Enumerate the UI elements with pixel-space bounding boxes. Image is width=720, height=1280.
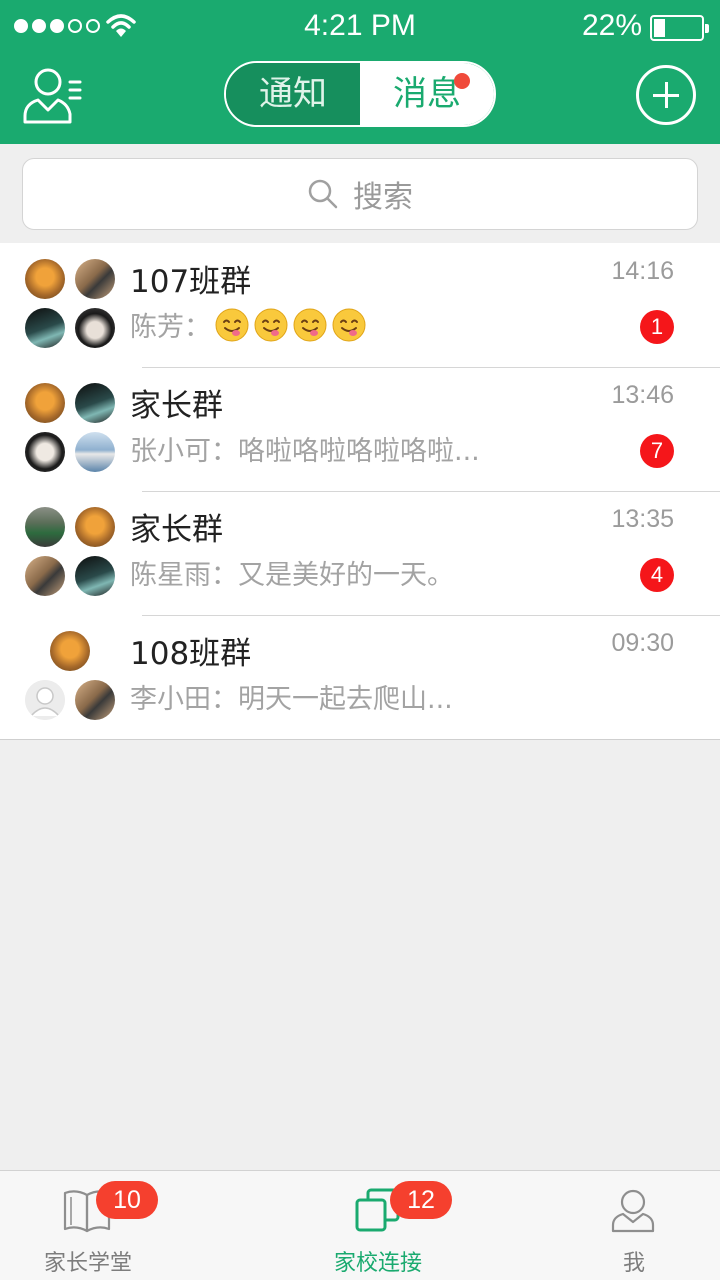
- conversation-name: 108班群: [130, 636, 252, 672]
- emoji-group: [215, 308, 371, 342]
- conversation-name: 家长群: [130, 388, 223, 424]
- tab-me[interactable]: 我: [546, 1171, 720, 1280]
- message-text: 咯啦咯啦咯啦咯啦...: [238, 436, 480, 467]
- avatar: [75, 259, 115, 299]
- header-segmented-control: 通知 消息: [224, 61, 496, 127]
- avatar: [75, 432, 115, 472]
- bottom-tab-bar: 10 家长学堂 12 家校连接 我: [0, 1170, 720, 1280]
- avatar: [25, 308, 65, 348]
- yum-emoji-icon: [293, 308, 327, 341]
- avatar: [75, 680, 115, 720]
- conversation-time: 14:16: [611, 257, 674, 285]
- contacts-icon[interactable]: [22, 64, 84, 126]
- conversation-item[interactable]: 家长群 13:46 张小可： 咯啦咯啦咯啦咯啦... 7: [0, 367, 720, 491]
- tab-parent-school[interactable]: 10 家长学堂: [0, 1171, 176, 1280]
- conversation-name: 家长群: [130, 512, 223, 548]
- tab-label: 我: [622, 1251, 645, 1276]
- conversation-list: 107班群 14:16 陈芳： 1 家长群 13:46 张小可： 咯啦咯啦咯啦咯…: [0, 243, 720, 740]
- person-icon: [611, 1189, 655, 1233]
- conversation-item[interactable]: 107班群 14:16 陈芳： 1: [0, 243, 720, 367]
- tab-label: 家长学堂: [43, 1251, 132, 1276]
- avatar: [75, 507, 115, 547]
- conversation-time: 13:46: [611, 381, 674, 409]
- default-avatar-icon: [25, 680, 65, 720]
- tab-messages[interactable]: 消息: [360, 63, 494, 125]
- unread-badge: 7: [640, 434, 674, 468]
- avatar: [25, 383, 65, 423]
- conversation-item[interactable]: 家长群 13:35 陈星雨： 又是美好的一天。 4: [0, 491, 720, 615]
- status-bar: 4:21 PM 22%: [0, 0, 720, 54]
- tab-notifications[interactable]: 通知: [226, 63, 360, 125]
- avatar: [75, 308, 115, 348]
- add-circle-icon[interactable]: [636, 65, 696, 125]
- avatar: [25, 259, 65, 299]
- message-sender: 张小可：: [130, 436, 238, 467]
- message-sender: 陈星雨：: [130, 560, 238, 591]
- avatar: [75, 556, 115, 596]
- message-text: 明天一起去爬山...: [238, 684, 453, 715]
- conversation-preview: 李小田： 明天一起去爬山...: [130, 677, 453, 716]
- conversation-preview: 张小可： 咯啦咯啦咯啦咯啦...: [130, 429, 480, 468]
- new-message-dot: [454, 73, 470, 89]
- tab-notifications-label: 通知: [259, 74, 327, 114]
- conversation-name: 107班群: [130, 264, 252, 300]
- yum-emoji-icon: [332, 308, 366, 341]
- search-section: 搜索: [0, 144, 720, 243]
- avatar: [50, 631, 90, 671]
- tab-home-school-connect[interactable]: 12 家校连接: [290, 1171, 466, 1280]
- message-sender: 李小田：: [130, 684, 238, 715]
- conversation-time: 13:35: [611, 505, 674, 533]
- conversation-preview: 陈星雨： 又是美好的一天。: [130, 553, 454, 592]
- battery-percentage: 22%: [581, 9, 642, 42]
- conversation-item[interactable]: 108班群 09:30 李小田： 明天一起去爬山...: [0, 615, 720, 739]
- avatar: [25, 556, 65, 596]
- avatar: [75, 383, 115, 423]
- unread-badge: 4: [640, 558, 674, 592]
- unread-badge: 1: [640, 310, 674, 344]
- battery-icon: [650, 15, 709, 41]
- search-icon: [308, 179, 338, 209]
- tab-badge: 10: [96, 1181, 158, 1219]
- tab-label: 家校连接: [333, 1251, 422, 1276]
- avatar: [25, 432, 65, 472]
- conversation-time: 09:30: [611, 629, 674, 657]
- tab-badge: 12: [390, 1181, 452, 1219]
- yum-emoji-icon: [254, 308, 288, 341]
- message-sender: 陈芳：: [130, 312, 211, 343]
- search-placeholder: 搜索: [353, 180, 413, 215]
- conversation-preview: 陈芳：: [130, 305, 371, 344]
- avatar: [25, 507, 65, 547]
- tab-messages-label: 消息: [393, 74, 461, 114]
- message-text: 又是美好的一天。: [238, 560, 454, 591]
- yum-emoji-icon: [215, 308, 249, 341]
- app-header: 4:21 PM 22% 通知 消息: [0, 0, 720, 144]
- search-input[interactable]: 搜索: [22, 158, 698, 230]
